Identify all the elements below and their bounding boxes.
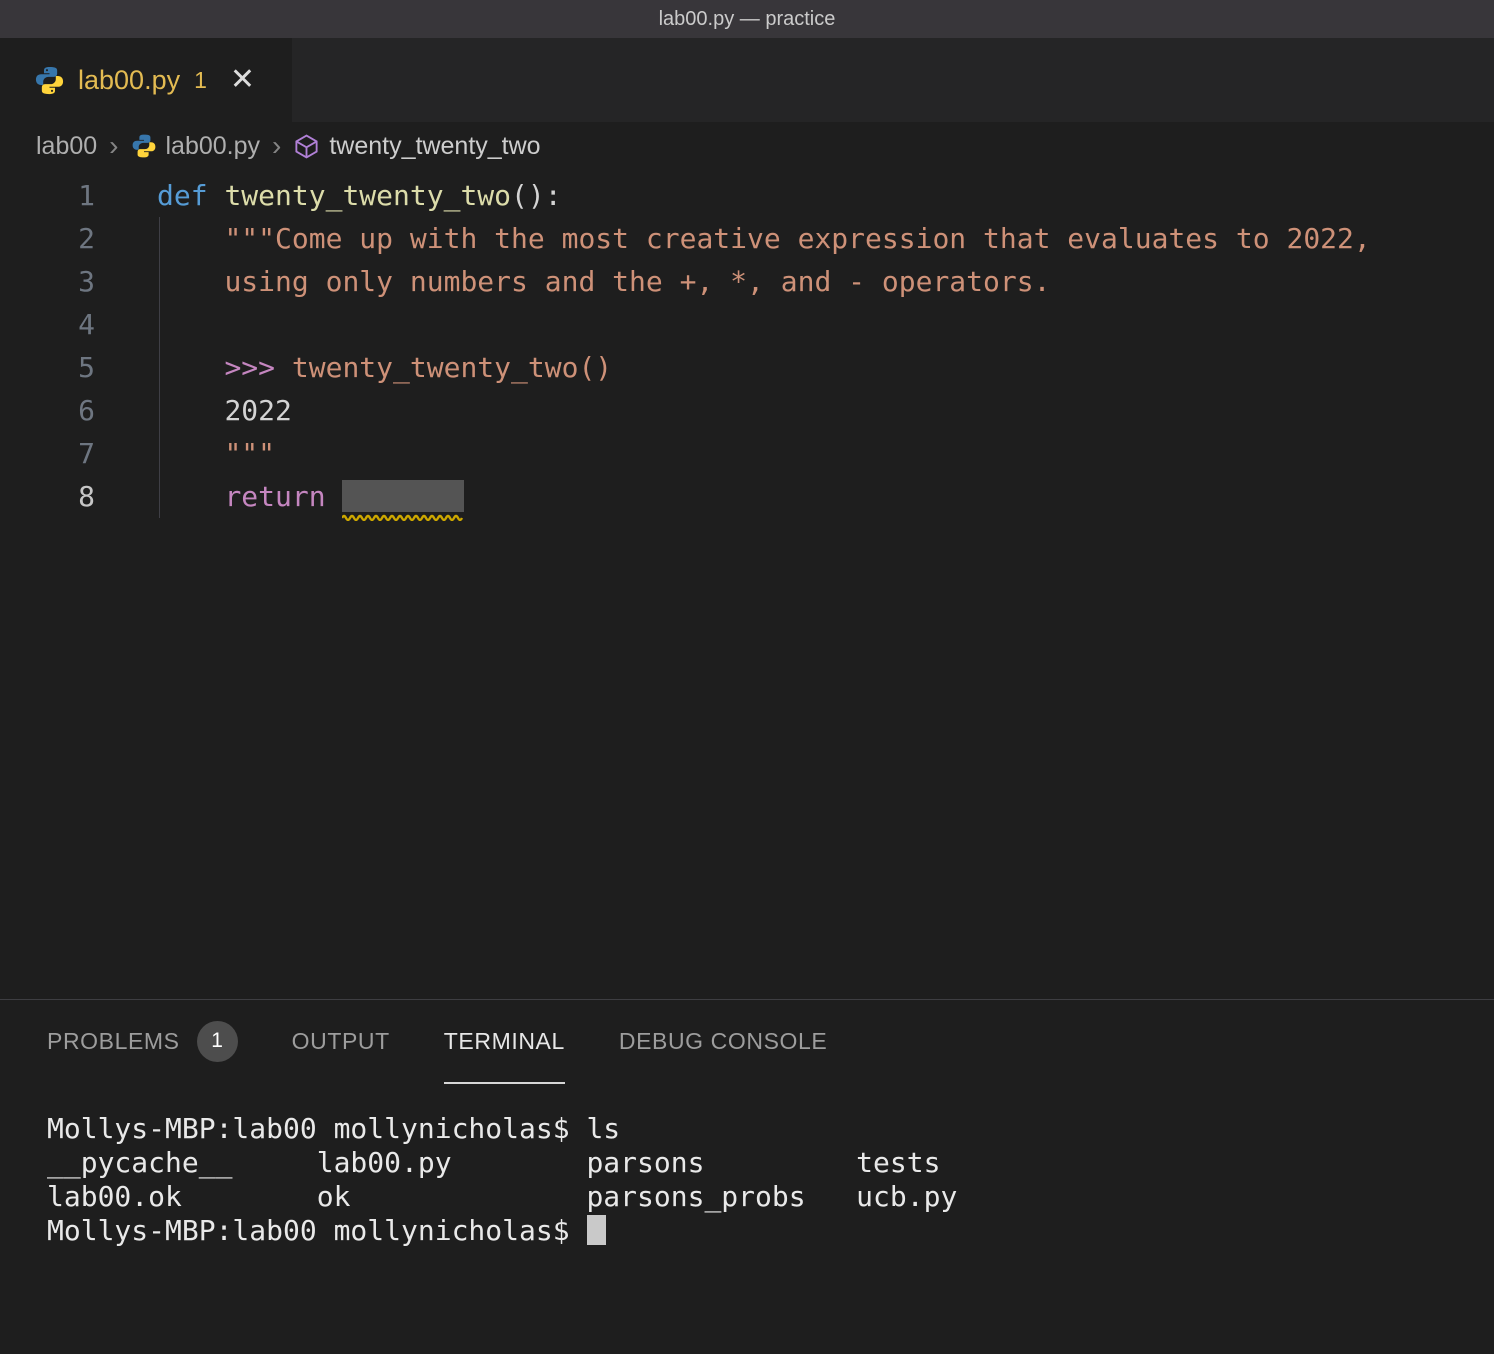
panel-tab-label: PROBLEMS [47, 1028, 180, 1055]
code-token [326, 480, 343, 513]
breadcrumb-item-symbol[interactable]: twenty_twenty_two [293, 132, 540, 161]
code-line-content: return [95, 475, 464, 518]
terminal-text: Mollys-MBP:lab00 mollynicholas$ [47, 1214, 586, 1247]
panel-tab-label: OUTPUT [292, 1028, 390, 1055]
problems-count-badge: 1 [197, 1021, 238, 1062]
panel-tab-problems[interactable]: PROBLEMS 1 [47, 1000, 238, 1084]
titlebar: lab00.py — practice [0, 0, 1494, 38]
code-line-7[interactable]: 7 """ [0, 432, 1494, 475]
code-token: >>> [224, 351, 275, 384]
code-line-3[interactable]: 3 using only numbers and the +, *, and -… [0, 260, 1494, 303]
line-number: 5 [0, 346, 95, 389]
line-number: 8 [0, 475, 95, 518]
breadcrumb-item-folder[interactable]: lab00 [36, 132, 97, 161]
tab-lab00py[interactable]: lab00.py 1 ✕ [0, 38, 292, 122]
code-token [157, 480, 224, 513]
breadcrumb-item-file[interactable]: lab00.py [131, 132, 261, 161]
terminal-line: Mollys-MBP:lab00 mollynicholas$ ls [47, 1112, 1494, 1146]
symbol-namespace-icon [293, 133, 320, 160]
code-line-content: """ [95, 432, 275, 475]
line-number: 1 [0, 174, 95, 217]
code-token: return [224, 480, 325, 513]
breadcrumb-label: lab00 [36, 132, 97, 161]
breadcrumb-label: lab00.py [166, 132, 261, 161]
chevron-right-icon: › [272, 130, 281, 162]
code-token [208, 179, 225, 212]
terminal-line: lab00.ok ok parsons_probs ucb.py [47, 1180, 1494, 1214]
terminal[interactable]: Mollys-MBP:lab00 mollynicholas$ ls__pyca… [0, 1084, 1494, 1354]
window-title: lab00.py — practice [659, 8, 836, 31]
line-number: 4 [0, 303, 95, 346]
code-token: 2022 [224, 394, 291, 427]
bottom-panel: PROBLEMS 1 OUTPUT TERMINAL DEBUG CONSOLE Mol… [0, 999, 1494, 1354]
code-line-content: def twenty_twenty_two(): [95, 174, 562, 217]
code-token: twenty_twenty_two [224, 179, 511, 212]
code-line-8[interactable]: 8 return [0, 475, 1494, 518]
code-line-content: """Come up with the most creative expres… [95, 217, 1371, 260]
tab-label: lab00.py [78, 65, 180, 96]
terminal-cursor [587, 1215, 606, 1245]
code-token [157, 394, 224, 427]
line-number: 7 [0, 432, 95, 475]
code-line-content: >>> twenty_twenty_two() [95, 346, 612, 389]
panel-tab-terminal[interactable]: TERMINAL [444, 1000, 565, 1084]
terminal-line: __pycache__ lab00.py parsons tests [47, 1146, 1494, 1180]
line-number: 6 [0, 389, 95, 432]
panel-tab-bar: PROBLEMS 1 OUTPUT TERMINAL DEBUG CONSOLE [0, 1000, 1494, 1084]
code-token [157, 222, 224, 255]
breadcrumb-label: twenty_twenty_two [329, 132, 540, 161]
code-line-content: using only numbers and the +, *, and - o… [95, 260, 1050, 303]
line-number: 3 [0, 260, 95, 303]
code-token: twenty_twenty_two() [292, 351, 612, 384]
code-line-content [95, 303, 157, 346]
python-icon [34, 65, 65, 96]
code-token: """Come up with the most creative expres… [224, 222, 1370, 255]
code-line-content: 2022 [95, 389, 292, 432]
code-editor[interactable]: 1def twenty_twenty_two():2 """Come up wi… [0, 170, 1494, 999]
terminal-text: Mollys-MBP:lab00 mollynicholas$ ls [47, 1112, 620, 1145]
panel-tab-label: DEBUG CONSOLE [619, 1028, 827, 1055]
editor-tab-bar: lab00.py 1 ✕ [0, 38, 1494, 122]
code-token: def [157, 179, 208, 212]
terminal-text: __pycache__ lab00.py parsons tests [47, 1146, 940, 1179]
code-line-4[interactable]: 4 [0, 303, 1494, 346]
code-line-2[interactable]: 2 """Come up with the most creative expr… [0, 217, 1494, 260]
terminal-text: lab00.ok ok parsons_probs ucb.py [47, 1180, 957, 1213]
indent-guide [159, 217, 160, 518]
code-line-1[interactable]: 1def twenty_twenty_two(): [0, 174, 1494, 217]
chevron-right-icon: › [109, 130, 118, 162]
line-number: 2 [0, 217, 95, 260]
panel-tab-label: TERMINAL [444, 1028, 565, 1055]
code-line-5[interactable]: 5 >>> twenty_twenty_two() [0, 346, 1494, 389]
code-token [275, 351, 292, 384]
code-token [157, 265, 224, 298]
terminal-line: Mollys-MBP:lab00 mollynicholas$ [47, 1214, 1494, 1248]
tab-problems-count: 1 [194, 67, 207, 94]
python-icon [131, 133, 157, 159]
breadcrumb: lab00 › lab00.py › twenty_twenty_two [0, 122, 1494, 170]
code-token [157, 351, 224, 384]
close-tab-icon[interactable]: ✕ [230, 65, 255, 95]
code-token [157, 437, 224, 470]
code-token: (): [511, 179, 562, 212]
panel-tab-debug-console[interactable]: DEBUG CONSOLE [619, 1000, 827, 1084]
snippet-placeholder-warning[interactable] [342, 480, 464, 512]
code-token: using only numbers and the +, *, and - o… [224, 265, 1050, 298]
code-token: """ [224, 437, 275, 470]
panel-tab-output[interactable]: OUTPUT [292, 1000, 390, 1084]
code-line-6[interactable]: 6 2022 [0, 389, 1494, 432]
